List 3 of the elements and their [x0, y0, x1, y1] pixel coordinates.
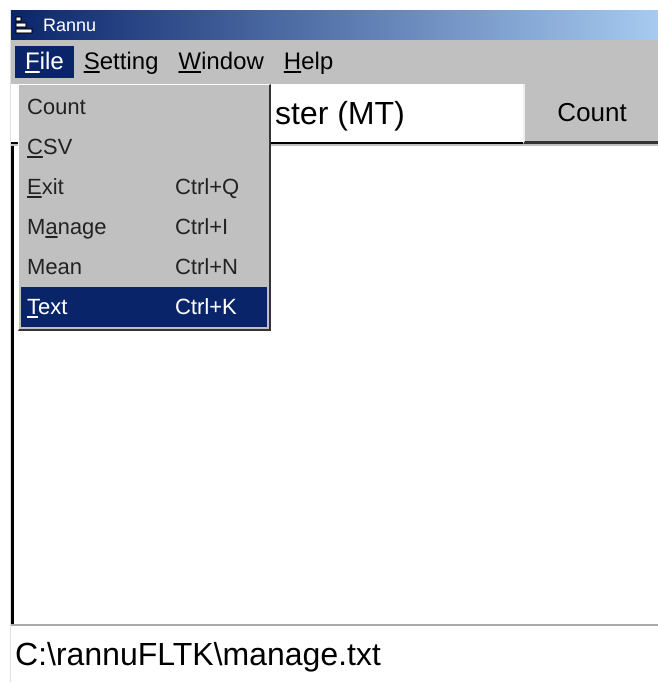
file-path: C:\rannuFLTK\manage.txt	[15, 636, 381, 672]
window-title: Rannu	[43, 14, 96, 36]
header-text: ster (MT)	[275, 94, 405, 132]
